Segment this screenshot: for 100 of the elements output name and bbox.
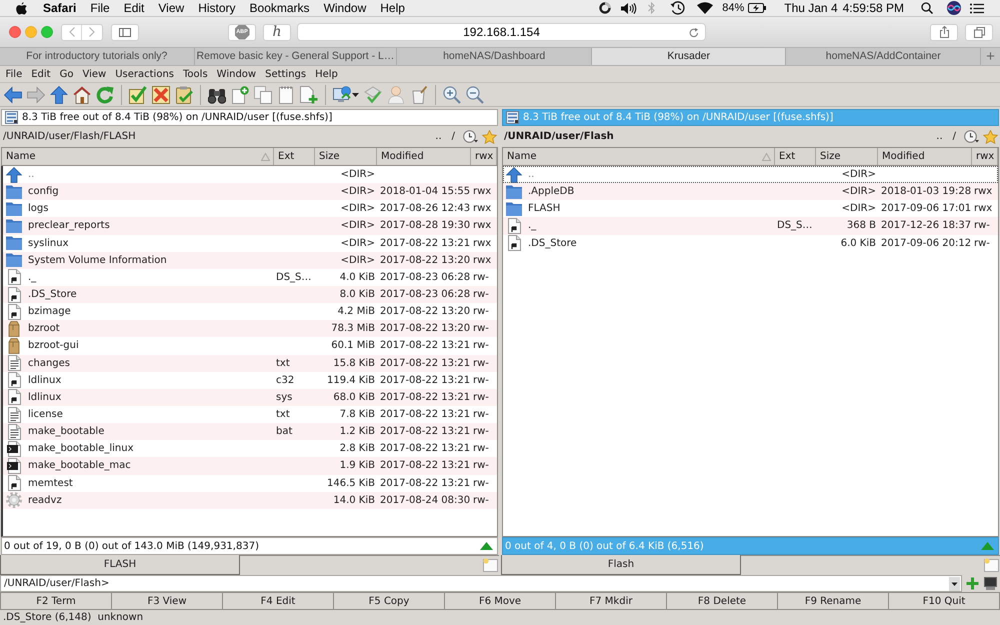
menu-item[interactable]: Help <box>380 0 405 17</box>
file-row[interactable]: .DS_Store 6.0 KiB 2017-09-06 20:12 rw- <box>503 234 998 252</box>
column-header[interactable]: Size <box>816 148 878 165</box>
column-header[interactable]: Name <box>503 148 775 165</box>
ring-icon[interactable] <box>599 2 612 14</box>
plus-icon[interactable] <box>966 577 979 590</box>
apple-logo-icon[interactable] <box>16 2 27 14</box>
column-header[interactable]: rwx <box>972 148 998 165</box>
close-icon[interactable] <box>9 26 21 38</box>
function-key-button[interactable]: F10 Quit <box>889 592 1000 610</box>
share-button[interactable] <box>930 24 958 40</box>
column-header[interactable]: Ext <box>274 148 315 165</box>
column-header[interactable]: Size <box>315 148 377 165</box>
sheet-icon[interactable] <box>483 558 498 572</box>
caret-down-icon[interactable] <box>352 92 359 96</box>
clock-icon[interactable] <box>463 130 478 143</box>
function-key-button[interactable]: F8 Delete <box>667 592 778 610</box>
clipboard-tick-icon[interactable] <box>175 86 193 104</box>
reload-icon[interactable] <box>689 28 699 38</box>
arrow-left-icon[interactable] <box>4 86 22 104</box>
checkbox-tick-icon[interactable] <box>129 86 147 104</box>
menu-item[interactable]: View <box>158 0 184 17</box>
function-key-button[interactable]: F6 Move <box>445 592 556 610</box>
terminal-icon[interactable] <box>984 577 997 590</box>
panel-tab[interactable]: FLASH <box>0 555 240 575</box>
browser-tab[interactable]: Krusader <box>592 48 786 65</box>
file-row[interactable]: make_bootable bat 1.2 KiB 2017-08-22 13:21 rw- <box>3 423 497 440</box>
app-menu[interactable]: Safari <box>43 0 76 17</box>
file-row[interactable]: ._ DS_S… 368 B 2017-12-26 18:37 rw- <box>503 217 998 235</box>
zoom-in-icon[interactable] <box>443 86 461 104</box>
wifi-icon[interactable] <box>697 2 714 14</box>
panel-tab[interactable]: Flash <box>501 555 741 575</box>
zoom-out-icon[interactable] <box>466 86 484 104</box>
menu-item[interactable]: Settings <box>260 66 311 82</box>
cross-icon[interactable] <box>152 86 170 104</box>
file-row[interactable]: .AppleDB <DIR> 2018-01-03 19:28 rwx <box>503 183 998 200</box>
file-row[interactable]: readvz 14.0 KiB 2017-08-24 08:30 rw- <box>3 492 497 509</box>
path-button[interactable]: / <box>446 132 460 142</box>
file-row[interactable]: syslinux <DIR> 2017-08-22 13:21 rwx <box>3 234 497 252</box>
path-button[interactable]: .. <box>931 132 948 142</box>
battery-icon[interactable] <box>748 3 766 13</box>
speaker-icon[interactable] <box>621 2 638 14</box>
column-header[interactable]: Modified <box>878 148 972 165</box>
file-row[interactable]: .. <DIR> <box>503 166 998 184</box>
clock-time[interactable]: 4:59:58 PM <box>842 0 904 17</box>
menu-item[interactable]: History <box>198 0 236 17</box>
file-row[interactable]: logs <DIR> 2017-08-26 12:43 rwx <box>3 200 497 218</box>
function-key-button[interactable]: F9 Rename <box>778 592 889 610</box>
star-icon[interactable] <box>983 130 998 144</box>
home-icon[interactable] <box>73 86 91 104</box>
cup-icon[interactable] <box>410 86 428 104</box>
file-row[interactable]: bzroot 78.3 MiB 2017-08-22 13:20 rw- <box>3 320 497 338</box>
column-header[interactable]: Name <box>2 148 274 165</box>
menu-item[interactable]: File <box>90 0 110 17</box>
path-button[interactable]: / <box>948 132 961 142</box>
new-document-icon[interactable] <box>231 86 249 104</box>
monitor-globe-icon[interactable] <box>333 86 351 104</box>
menu-item[interactable]: Go <box>55 66 78 82</box>
column-header[interactable]: Ext <box>775 148 816 165</box>
star-icon[interactable] <box>482 130 497 144</box>
address-field[interactable]: 192.168.1.154 <box>297 23 706 41</box>
function-key-button[interactable]: F2 Term <box>0 592 112 610</box>
refresh-icon[interactable] <box>96 86 114 104</box>
file-row[interactable]: memtest 146.5 KiB 2017-08-22 13:21 rw- <box>3 474 497 492</box>
clock-date[interactable]: Thu Jan 4 <box>784 0 838 17</box>
menu-item[interactable]: Tools <box>178 66 212 82</box>
file-row[interactable]: ldlinux c32 119.4 KiB 2017-08-22 13:21 rw- <box>3 372 497 389</box>
orb-icon[interactable] <box>947 1 961 15</box>
menu-item[interactable]: Edit <box>124 0 144 17</box>
maximize-icon[interactable] <box>41 26 53 38</box>
menu-item[interactable]: Window <box>212 66 261 82</box>
menu-item[interactable]: Help <box>310 66 342 82</box>
file-row[interactable]: make_bootable_mac 1.9 KiB 2017-08-22 13:21 rw- <box>3 457 497 475</box>
search-icon[interactable] <box>921 2 933 14</box>
file-row[interactable]: bzimage 4.2 MiB 2017-08-22 13:20 rw- <box>3 303 497 320</box>
menu-item[interactable]: Useractions <box>110 66 179 82</box>
file-row[interactable]: FLASH <DIR> 2017-09-06 17:01 rwx <box>503 200 998 218</box>
file-row[interactable]: ldlinux sys 68.0 KiB 2017-08-22 13:21 rw- <box>3 388 497 406</box>
function-key-button[interactable]: F5 Copy <box>334 592 445 610</box>
file-row[interactable]: make_bootable_linux 2.8 KiB 2017-08-22 13:21 rw- <box>3 440 497 458</box>
column-header[interactable]: Modified <box>377 148 471 165</box>
column-header[interactable]: rwx <box>471 148 497 165</box>
copy-icon[interactable] <box>254 86 272 104</box>
list-icon[interactable] <box>970 2 984 14</box>
file-row[interactable]: preclear_reports <DIR> 2017-08-28 19:30 rwx <box>3 217 497 235</box>
menu-item[interactable]: Edit <box>26 66 56 82</box>
notepad-icon[interactable] <box>277 86 295 104</box>
file-row[interactable]: .DS_Store 8.0 KiB 2017-08-23 06:28 rw- <box>3 286 497 304</box>
tabs-button[interactable] <box>965 24 993 40</box>
add-file-icon[interactable] <box>300 86 318 104</box>
clock-icon[interactable] <box>964 130 979 143</box>
file-row[interactable]: System Volume Information <DIR> 2017-08-22 13:20 rwx <box>3 252 497 269</box>
file-row[interactable]: changes txt 15.8 KiB 2017-08-22 13:21 rw- <box>3 354 497 372</box>
sidebar-button[interactable] <box>111 24 139 40</box>
menu-item[interactable]: File <box>1 66 27 82</box>
function-key-button[interactable]: F7 Mkdir <box>556 592 667 610</box>
extension-button[interactable]: h <box>263 24 291 40</box>
history-icon[interactable] <box>670 1 686 15</box>
arrow-right-icon[interactable] <box>27 86 45 104</box>
browser-tab[interactable]: Remove basic key - General Support - L… <box>194 48 398 65</box>
